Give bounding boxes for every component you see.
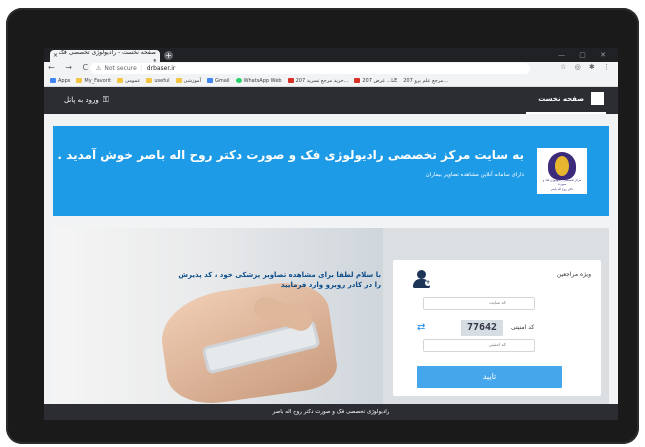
window-controls[interactable]: — ▢ ✕ — [558, 51, 612, 59]
site-icon — [287, 78, 294, 83]
captcha-label: کد امنیتی — [511, 324, 535, 331]
browser-tab[interactable]: صفحه نخست - رادیولوژی تخصصی فک و × — [50, 49, 160, 63]
bookmark-folder[interactable]: آموزشی — [175, 78, 201, 84]
login-label: ورود به پانل — [64, 96, 99, 104]
tab-close-icon[interactable]: × — [53, 52, 58, 59]
banner-title: به سایت مرکز تخصصی رادیولوژی فک و صورت د… — [57, 148, 524, 162]
folder-icon — [76, 78, 83, 83]
toolbar-extras[interactable]: ☆ ◎ ✱ ⋮ — [560, 63, 613, 71]
key-icon: ⚿ — [102, 95, 109, 104]
apps-icon — [50, 78, 56, 83]
nav-home-label: صفحه نخست — [538, 95, 584, 103]
login-link[interactable]: ورود به پانل ⚿ — [64, 95, 109, 105]
center-logo: مرکز تخصصی رادیولوژی فک و صورت دکتر روح … — [537, 148, 587, 194]
site-code-input[interactable] — [423, 297, 535, 310]
divider: | — [140, 65, 143, 72]
warning-icon: ⚠ — [96, 65, 102, 72]
login-card: ویژه مراجعین + ⇄ 77642 کد امنیتی تایید — [393, 260, 601, 396]
bookmark-apps[interactable]: Apps — [50, 78, 70, 84]
main-area: با سلام لطفا برای مشاهده تصاویر پزشکی خو… — [53, 228, 609, 404]
tab-title: صفحه نخست - رادیولوژی تخصصی فک و — [58, 49, 156, 63]
nav-buttons[interactable]: ← → C — [48, 63, 92, 72]
submit-button[interactable]: تایید — [417, 366, 562, 388]
bookmark-link[interactable]: خرید مرجع تسرید 207... — [287, 78, 348, 84]
bookmark-folder[interactable]: My_Favorit — [76, 78, 111, 84]
screen: صفحه نخست - رادیولوژی تخصصی فک و × + — ▢… — [44, 48, 618, 420]
gmail-icon — [206, 78, 213, 83]
folder-icon — [175, 78, 182, 83]
bookmark-whatsapp[interactable]: WhatsApp Web — [235, 78, 282, 84]
address-bar[interactable]: ⚠ Not secure | drbaser.ir — [90, 63, 530, 74]
new-tab-button[interactable]: + — [164, 51, 173, 60]
browser-tab-bar: صفحه نخست - رادیولوژی تخصصی فک و × + — ▢… — [44, 48, 618, 63]
logo-face-icon — [555, 156, 569, 176]
url-text: drbaser.ir — [146, 65, 176, 72]
site-header: صفحه نخست ورود به پانل ⚿ — [44, 87, 618, 114]
bookmark-link[interactable]: مرجع علم پرو 207... — [403, 78, 448, 84]
instruction-text: با سلام لطفا برای مشاهده تصاویر پزشکی خو… — [178, 271, 381, 289]
folder-icon — [117, 78, 124, 83]
security-label: Not secure — [104, 65, 137, 72]
welcome-banner: مرکز تخصصی رادیولوژی فک و صورت دکتر روح … — [53, 126, 609, 216]
tablet-frame: صفحه نخست - رادیولوژی تخصصی فک و × + — ▢… — [6, 8, 639, 444]
bookmarks-bar: Apps My_Favorit عمومی useful آموزشی Gmai… — [44, 75, 618, 87]
card-title: ویژه مراجعین — [556, 271, 591, 278]
add-user-icon: + — [413, 270, 431, 288]
refresh-icon[interactable]: ⇄ — [417, 322, 425, 333]
home-icon — [591, 92, 604, 105]
site-icon — [354, 78, 361, 83]
bookmark-folder[interactable]: useful — [146, 78, 170, 84]
security-code-input[interactable] — [423, 339, 535, 352]
site-footer: رادیولوژی تخصصی فک و صورت دکتر روح اله ب… — [44, 404, 618, 420]
captcha-image: 77642 — [461, 320, 503, 336]
nav-home[interactable]: صفحه نخست — [526, 87, 606, 114]
browser-toolbar: ← → C ⚠ Not secure | drbaser.ir ☆ ◎ ✱ ⋮ — [44, 62, 618, 75]
bookmark-link[interactable]: غرض 207 ...LE — [354, 78, 397, 84]
folder-icon — [146, 78, 153, 83]
hand-phone-photo: با سلام لطفا برای مشاهده تصاویر پزشکی خو… — [53, 228, 383, 404]
captcha-row: ⇄ 77642 کد امنیتی — [417, 320, 593, 336]
banner-subtitle: دارای سامانه آنلاین مشاهده تصاویر بیمارا… — [425, 172, 524, 178]
whatsapp-icon — [235, 78, 242, 83]
bookmark-gmail[interactable]: Gmail — [206, 78, 230, 84]
bookmark-folder[interactable]: عمومی — [117, 78, 140, 84]
